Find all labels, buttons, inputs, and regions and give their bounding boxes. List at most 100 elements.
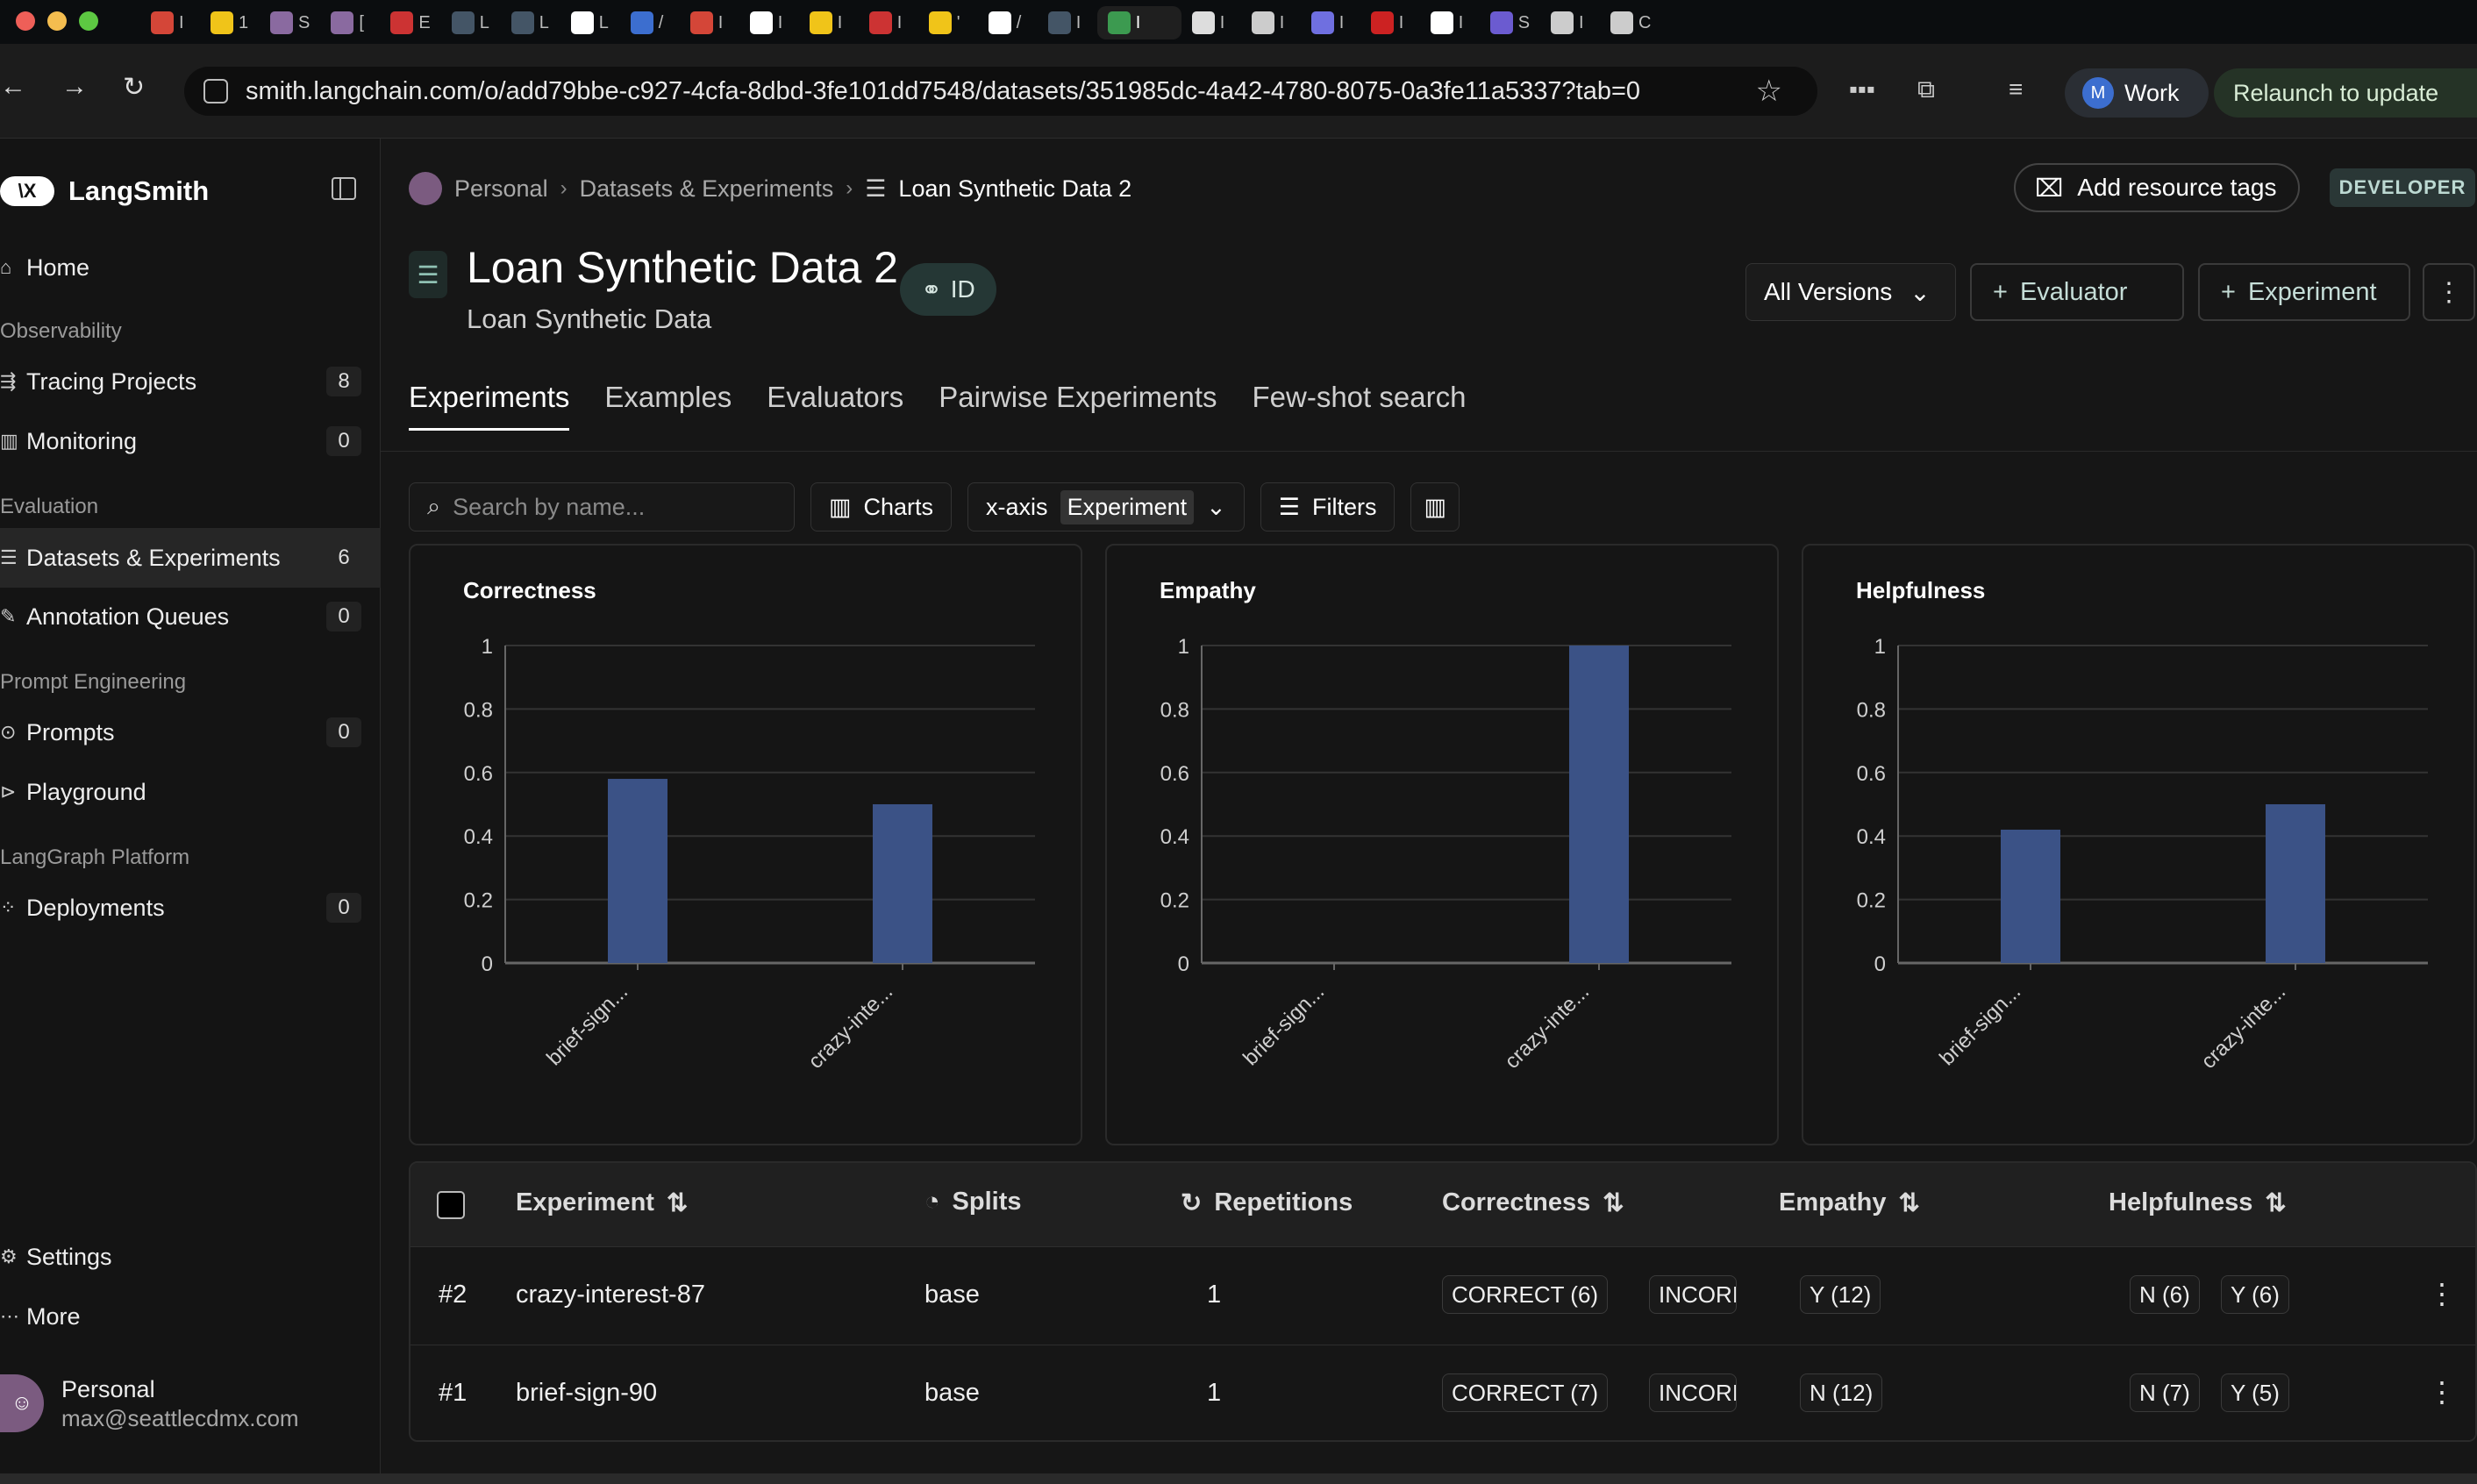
column-empathy[interactable]: Empathy ⇅ — [1779, 1188, 1920, 1218]
sidebar-item-annotation-queues[interactable]: ✎ Annotation Queues 0 — [0, 589, 381, 644]
feedback-chip[interactable]: N (7) — [2130, 1373, 2200, 1412]
feedback-chip[interactable]: Y (5) — [2221, 1373, 2289, 1412]
user-menu[interactable]: ☺ Personal max@seattlecdmx.com — [0, 1373, 299, 1432]
browser-tab[interactable]: L — [560, 6, 620, 39]
maximize-window-button[interactable] — [79, 11, 98, 31]
sidebar-item-playground[interactable]: ⊳ Playground — [0, 765, 381, 819]
browser-tab[interactable]: I — [140, 6, 200, 39]
copy-id-button[interactable]: ⚭ ID — [900, 263, 996, 316]
browser-tab[interactable]: I — [1301, 6, 1360, 39]
forward-icon[interactable]: → — [61, 72, 88, 102]
filters-button[interactable]: ☰ Filters — [1260, 482, 1396, 532]
relaunch-button[interactable]: Relaunch to update — [2214, 68, 2477, 118]
charts-toggle-button[interactable]: ▥ Charts — [810, 482, 953, 532]
column-splits[interactable]: ◔ Splits — [924, 1188, 1022, 1216]
add-evaluator-button[interactable]: + Evaluator — [1970, 263, 2184, 321]
versions-select[interactable]: All Versions ⌄ — [1745, 263, 1956, 321]
browser-tab[interactable]: ' — [918, 6, 978, 39]
browser-tab[interactable]: I — [680, 6, 739, 39]
add-resource-tags-button[interactable]: ⌧ Add resource tags — [2014, 163, 2300, 212]
browser-tab[interactable]: I — [1540, 6, 1600, 39]
sort-icon: ⇅ — [1603, 1189, 1624, 1217]
browser-tab[interactable]: / — [620, 6, 680, 39]
brand[interactable]: \X LangSmith — [0, 175, 209, 207]
browser-tab[interactable]: I — [1360, 6, 1420, 39]
sidebar-item-prompts[interactable]: ⊙ Prompts 0 — [0, 705, 381, 760]
tab-few-shot-search[interactable]: Few-shot search — [1253, 381, 1467, 431]
column-correctness[interactable]: Correctness ⇅ — [1442, 1188, 1624, 1218]
browser-tab[interactable]: I — [1038, 6, 1097, 39]
breadcrumb-datasets[interactable]: Datasets & Experiments — [580, 175, 834, 203]
browser-tab[interactable]: S — [260, 6, 320, 39]
sidebar-item-tracing-projects[interactable]: ⇶ Tracing Projects 8 — [0, 354, 381, 409]
browser-tab[interactable]: L — [501, 6, 560, 39]
plus-icon: + — [2221, 277, 2236, 306]
browser-tab-label: I — [1135, 12, 1141, 32]
select-all-checkbox[interactable] — [437, 1191, 465, 1219]
sidebar-item-settings[interactable]: ⚙ Settings — [0, 1230, 381, 1284]
back-icon[interactable]: ← — [0, 72, 26, 102]
tab-examples[interactable]: Examples — [604, 381, 732, 431]
experiment-name[interactable]: crazy-interest-87 — [516, 1281, 705, 1309]
browser-tab-label: I — [1219, 12, 1225, 32]
bookmark-star-icon[interactable]: ☆ — [1756, 74, 1782, 109]
sidebar-item-monitoring[interactable]: ▥ Monitoring 0 — [0, 414, 381, 468]
feedback-chip[interactable]: N (12) — [1800, 1373, 1883, 1412]
extension-icon[interactable]: ▪▪▪ — [1849, 75, 1875, 103]
columns-icon[interactable]: ▥ — [1410, 482, 1460, 532]
media-control-icon[interactable]: ≡ — [2009, 75, 2023, 103]
feedback-chip[interactable]: Y (12) — [1800, 1275, 1881, 1314]
browser-tab[interactable]: I — [739, 6, 799, 39]
site-settings-icon[interactable] — [203, 79, 228, 103]
browser-tab[interactable]: E — [380, 6, 440, 39]
dataset-tabs: Experiments Examples Evaluators Pairwise… — [409, 381, 1466, 431]
feedback-chip[interactable]: INCORI — [1649, 1275, 1737, 1314]
minimize-window-button[interactable] — [47, 11, 67, 31]
tab-pairwise-experiments[interactable]: Pairwise Experiments — [939, 381, 1217, 431]
sidebar-item-deployments[interactable]: ⁘ Deployments 0 — [0, 881, 381, 935]
tab-experiments[interactable]: Experiments — [409, 381, 570, 431]
puzzle-icon[interactable]: ⧉ — [1917, 75, 1935, 104]
sidebar-item-more[interactable]: ⋯ More — [0, 1289, 381, 1344]
column-helpfulness[interactable]: Helpfulness ⇅ — [2109, 1188, 2287, 1218]
breadcrumb-personal[interactable]: Personal — [454, 175, 548, 203]
browser-tab[interactable]: [ — [320, 6, 380, 39]
experiment-name[interactable]: brief-sign-90 — [516, 1379, 657, 1408]
browser-tab[interactable]: I — [1420, 6, 1480, 39]
search-input[interactable]: ⌕ Search by name... — [409, 482, 795, 532]
feedback-chip[interactable]: N (6) — [2130, 1275, 2200, 1314]
row-menu-icon[interactable]: ⋮ — [2428, 1277, 2456, 1310]
sidebar-collapse-icon[interactable] — [332, 177, 356, 200]
brand-name: LangSmith — [68, 175, 210, 206]
add-experiment-button[interactable]: + Experiment — [2198, 263, 2410, 321]
feedback-chip[interactable]: INCORI — [1649, 1373, 1737, 1412]
more-options-icon[interactable]: ⋮ — [2423, 263, 2475, 321]
table-row[interactable]: #2 crazy-interest-87 base 1 CORRECT (6) … — [410, 1247, 2475, 1345]
reload-icon[interactable]: ↻ — [123, 72, 145, 103]
browser-tab[interactable]: 1 — [200, 6, 260, 39]
browser-tab-label: I — [717, 12, 724, 32]
feedback-chip[interactable]: CORRECT (7) — [1442, 1373, 1609, 1412]
feedback-chip[interactable]: CORRECT (6) — [1442, 1275, 1609, 1314]
profile-button[interactable]: M Work — [2065, 68, 2209, 118]
browser-tab[interactable]: S — [1480, 6, 1540, 39]
table-row[interactable]: #1 brief-sign-90 base 1 CORRECT (7) INCO… — [410, 1345, 2475, 1440]
close-window-button[interactable] — [16, 11, 35, 31]
url-input[interactable]: smith.langchain.com/o/add79bbe-c927-4cfa… — [184, 67, 1817, 116]
browser-tab[interactable]: I — [1241, 6, 1301, 39]
browser-tab[interactable]: I — [1181, 6, 1241, 39]
tab-evaluators[interactable]: Evaluators — [767, 381, 903, 431]
browser-tab[interactable]: C — [1600, 6, 1661, 39]
row-menu-icon[interactable]: ⋮ — [2428, 1375, 2456, 1409]
feedback-chip[interactable]: Y (6) — [2221, 1275, 2289, 1314]
browser-tab[interactable]: I — [799, 6, 859, 39]
browser-tab[interactable]: I — [1096, 6, 1181, 39]
sidebar-item-datasets-experiments[interactable]: ☰ Datasets & Experiments 6 — [0, 528, 381, 588]
sidebar-item-home[interactable]: ⌂ Home — [0, 240, 381, 295]
browser-tab[interactable]: I — [859, 6, 918, 39]
browser-tab[interactable]: / — [978, 6, 1038, 39]
column-repetitions[interactable]: ↻ Repetitions — [1181, 1188, 1353, 1218]
column-experiment[interactable]: Experiment ⇅ — [516, 1188, 688, 1218]
browser-tab[interactable]: L — [441, 6, 501, 39]
x-axis-select[interactable]: x-axis Experiment ⌄ — [967, 482, 1245, 532]
